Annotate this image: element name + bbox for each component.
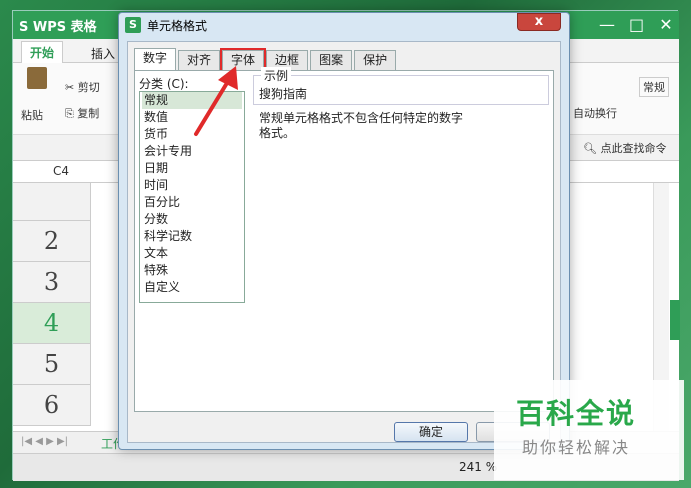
row-header[interactable]: 5 bbox=[13, 344, 91, 385]
category-item[interactable]: 分数 bbox=[142, 211, 242, 228]
ok-button[interactable]: 确定 bbox=[394, 422, 468, 442]
category-item[interactable]: 会计专用 bbox=[142, 143, 242, 160]
dialog-close-button[interactable]: x bbox=[517, 13, 561, 31]
tab-home[interactable]: 开始 bbox=[21, 41, 64, 63]
command-search-label: 点此查找命令 bbox=[600, 142, 667, 155]
zoom-level: 241 % bbox=[459, 460, 498, 474]
app-title-text: WPS 表格 bbox=[32, 20, 97, 35]
scissors-icon: ✂ bbox=[65, 81, 78, 94]
category-item[interactable]: 日期 bbox=[142, 160, 242, 177]
category-label: 分类 (C): bbox=[139, 77, 189, 91]
tab-protection[interactable]: 保护 bbox=[354, 50, 397, 70]
select-all-corner[interactable] bbox=[13, 183, 91, 221]
copy-label: 复制 bbox=[77, 107, 100, 120]
window-controls: — □ ✕ bbox=[599, 15, 673, 34]
number-format-select[interactable]: 常规 bbox=[639, 77, 669, 97]
tab-insert[interactable]: 插入 bbox=[83, 43, 123, 64]
category-item[interactable]: 文本 bbox=[142, 245, 242, 262]
format-description: 常规单元格格式不包含任何特定的数字格式。 bbox=[259, 111, 464, 140]
row-header-active[interactable]: 4 bbox=[13, 303, 91, 344]
category-item[interactable]: 时间 bbox=[142, 177, 242, 194]
search-icon: 🔍︎ bbox=[583, 142, 601, 155]
copy-icon: ⎘ bbox=[65, 107, 78, 120]
paste-icon[interactable] bbox=[27, 67, 47, 89]
row-header[interactable]: 3 bbox=[13, 262, 91, 303]
row-header[interactable]: 6 bbox=[13, 385, 91, 426]
watermark: 百科全说 助你轻松解决 bbox=[494, 380, 684, 480]
wps-logo-icon: S bbox=[125, 17, 141, 33]
row-header[interactable]: 2 bbox=[13, 221, 91, 262]
watermark-title: 百科全说 bbox=[516, 397, 637, 430]
name-box[interactable]: C4 bbox=[53, 164, 69, 178]
category-item[interactable]: 科学记数 bbox=[142, 228, 242, 245]
minimize-icon[interactable]: — bbox=[599, 15, 615, 34]
close-icon[interactable]: ✕ bbox=[659, 15, 673, 34]
copy-button[interactable]: ⎘ 复制 bbox=[65, 105, 99, 121]
dialog-title-bar: S 单元格格式 x bbox=[119, 13, 569, 37]
app-title: S WPS 表格 bbox=[19, 16, 97, 35]
command-search[interactable]: 🔍︎ 点此查找命令 bbox=[583, 140, 666, 156]
sample-label: 示例 bbox=[261, 67, 292, 84]
wrap-text-button[interactable]: 自动换行 bbox=[573, 105, 617, 121]
category-item[interactable]: 百分比 bbox=[142, 194, 242, 211]
cut-label: 剪切 bbox=[77, 81, 100, 94]
sample-value: 搜狗指南 bbox=[259, 87, 308, 101]
category-item[interactable]: 自定义 bbox=[142, 279, 242, 296]
maximize-icon[interactable]: □ bbox=[629, 15, 644, 34]
tab-pattern[interactable]: 图案 bbox=[310, 50, 353, 70]
category-item[interactable]: 特殊 bbox=[142, 262, 242, 279]
cut-button[interactable]: ✂ 剪切 bbox=[65, 79, 100, 95]
side-panel-toggle[interactable] bbox=[670, 300, 680, 340]
wps-logo-icon: S bbox=[19, 20, 33, 35]
watermark-subtitle: 助你轻松解决 bbox=[522, 438, 631, 457]
dialog-title: 单元格格式 bbox=[147, 19, 208, 33]
sheet-nav-arrows[interactable]: |◀ ◀ ▶ ▶| bbox=[21, 436, 68, 447]
tab-number[interactable]: 数字 bbox=[134, 48, 177, 70]
red-arrow-annotation bbox=[194, 66, 238, 136]
paste-button[interactable]: 粘贴 bbox=[21, 107, 43, 123]
